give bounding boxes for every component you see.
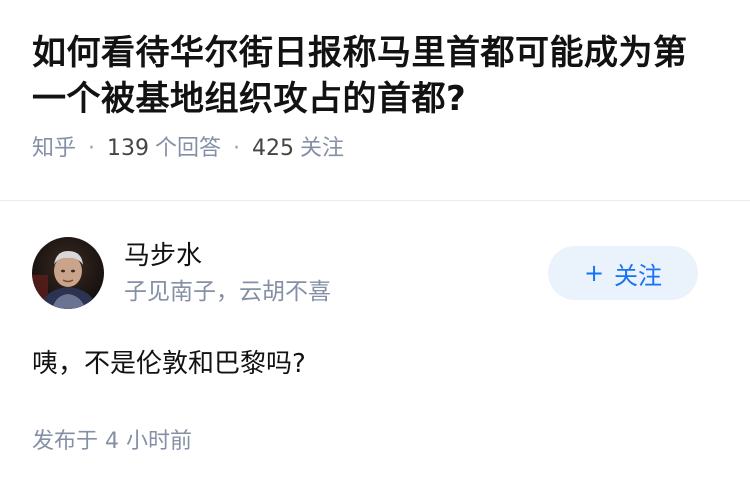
divider — [0, 200, 750, 201]
author-name[interactable]: 马步水 — [124, 239, 331, 273]
author-info: 马步水 子见南子，云胡不喜 — [124, 239, 331, 307]
separator-dot: · — [88, 136, 96, 161]
publish-time: 发布于 4 小时前 — [32, 429, 192, 454]
answer-count: 139 — [107, 136, 150, 161]
answer-count-label: 个回答 — [155, 136, 222, 161]
follower-count: 425 — [252, 136, 295, 161]
question-header: 如何看待华尔街日报称马里首都可能成为第一个被基地组织攻占的首都? 知乎 · 13… — [0, 0, 750, 170]
plus-icon: + — [583, 259, 605, 287]
separator-dot: · — [233, 136, 241, 161]
answer-content[interactable]: 咦，不是伦敦和巴黎吗? — [32, 345, 718, 383]
follow-button[interactable]: + 关注 — [548, 246, 698, 300]
author-bio: 子见南子，云胡不喜 — [124, 279, 331, 305]
follow-button-label: 关注 — [614, 261, 663, 290]
follower-count-label: 关注 — [300, 136, 345, 161]
source-label: 知乎 — [32, 136, 77, 161]
zhihu-answer-page: 如何看待华尔街日报称马里首都可能成为第一个被基地组织攻占的首都? 知乎 · 13… — [0, 0, 750, 490]
author-row: 马步水 子见南子，云胡不喜 + 关注 — [32, 237, 718, 309]
question-title[interactable]: 如何看待华尔街日报称马里首都可能成为第一个被基地组织攻占的首都? — [32, 30, 718, 122]
avatar[interactable] — [32, 237, 104, 309]
answer-card: 马步水 子见南子，云胡不喜 + 关注 咦，不是伦敦和巴黎吗? 发布于 4 小时前 — [0, 237, 750, 457]
question-meta: 知乎 · 139 个回答 · 425 关注 — [32, 134, 718, 164]
